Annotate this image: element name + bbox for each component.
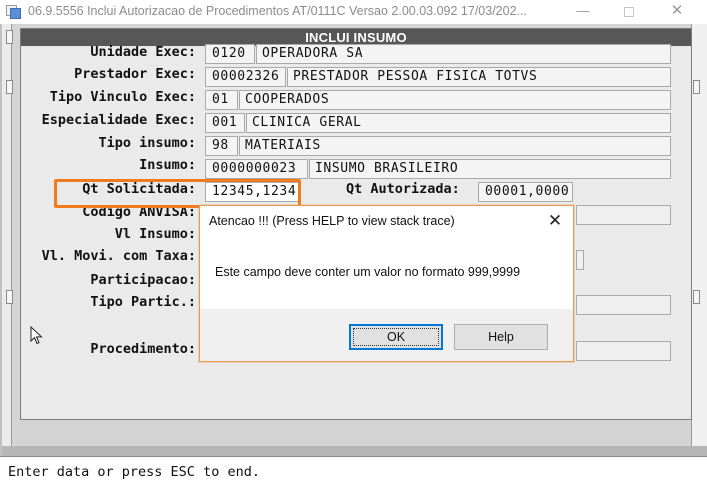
- label-qt-autorizada: Qt Autorizada:: [346, 181, 460, 197]
- label-insumo: Insumo:: [139, 157, 196, 173]
- label-vl-insumo: Vl Insumo:: [114, 226, 196, 242]
- tipo-insumo-code-field[interactable]: 98: [205, 136, 238, 156]
- label-tipo-insumo: Tipo insumo:: [98, 135, 196, 151]
- ok-focus-ring: [353, 328, 439, 346]
- window-title-bar: 06.9.5556 Inclui Autorizacao de Procedim…: [0, 0, 707, 24]
- unidade-exec-code-field[interactable]: 0120: [205, 44, 255, 64]
- minimize-button[interactable]: —: [563, 0, 603, 24]
- qt-autorizada-field[interactable]: 00001,0000: [478, 182, 573, 202]
- prestador-exec-code-field[interactable]: 00002326: [205, 67, 286, 87]
- insumo-desc-field: INSUMO BRASILEIRO: [309, 159, 671, 179]
- help-button[interactable]: Help: [454, 324, 548, 350]
- status-bar: Enter data or press ESC to end.: [0, 456, 707, 487]
- procedimento-extra-field[interactable]: [576, 341, 671, 361]
- unidade-exec-desc-field: OPERADORA SA: [256, 44, 671, 64]
- frame-marker-right-lower: [693, 290, 700, 304]
- tipo-partic-extra-field[interactable]: [576, 295, 671, 315]
- especialidade-exec-code-field[interactable]: 001: [205, 113, 245, 133]
- label-tipo-vinculo-exec: Tipo Vinculo Exec:: [49, 89, 196, 105]
- frame-marker-right: [693, 80, 700, 94]
- help-button-label: Help: [488, 330, 514, 344]
- label-participacao: Participacao:: [90, 272, 196, 288]
- window-close-button[interactable]: ✕: [657, 0, 697, 24]
- frame-marker-left-lower: [6, 290, 13, 304]
- tipo-vinculo-exec-code-field[interactable]: 01: [205, 90, 238, 110]
- label-tipo-partic: Tipo Partic.:: [90, 294, 196, 310]
- label-prestador-exec: Prestador Exec:: [74, 66, 196, 82]
- label-especialidade-exec: Especialidade Exec:: [41, 112, 196, 128]
- maximize-icon: [624, 6, 634, 17]
- label-vl-movi-taxa: Vl. Movi. com Taxa:: [41, 248, 196, 264]
- qt-solicitada-highlight: [54, 179, 301, 208]
- dialog-title-bar: Atencao !!! (Press HELP to view stack tr…: [200, 206, 573, 237]
- frame-marker-top-left: [6, 30, 13, 44]
- dialog-close-button[interactable]: ✕: [542, 210, 568, 232]
- tipo-vinculo-exec-desc-field: COOPERADOS: [239, 90, 671, 110]
- app-window-icon: [6, 5, 21, 19]
- window-title: 06.9.5556 Inclui Autorizacao de Procedim…: [28, 4, 527, 18]
- alert-dialog: Atencao !!! (Press HELP to view stack tr…: [199, 205, 574, 362]
- insumo-code-field[interactable]: 0000000023: [205, 159, 308, 179]
- label-unidade-exec: Unidade Exec:: [90, 44, 196, 60]
- dialog-title: Atencao !!! (Press HELP to view stack tr…: [209, 214, 455, 228]
- prestador-exec-desc-field: PRESTADOR PESSOA FISICA TOTVS: [287, 67, 671, 87]
- frame-marker-left: [6, 80, 13, 94]
- status-message: Enter data or press ESC to end.: [8, 464, 260, 480]
- codigo-anvisa-extra-field[interactable]: [576, 205, 671, 225]
- dialog-message: Este campo deve conter um valor no forma…: [215, 265, 521, 279]
- mouse-cursor-icon: [30, 326, 43, 345]
- maximize-button[interactable]: [609, 0, 649, 24]
- vl-movi-taxa-extra-field[interactable]: [576, 250, 584, 270]
- dialog-body: Este campo deve conter um valor no forma…: [200, 237, 573, 309]
- tipo-insumo-desc-field: MATERIAIS: [239, 136, 671, 156]
- ok-button[interactable]: OK: [349, 324, 443, 350]
- label-procedimento: Procedimento:: [90, 341, 196, 357]
- especialidade-exec-desc-field: CLINICA GERAL: [246, 113, 671, 133]
